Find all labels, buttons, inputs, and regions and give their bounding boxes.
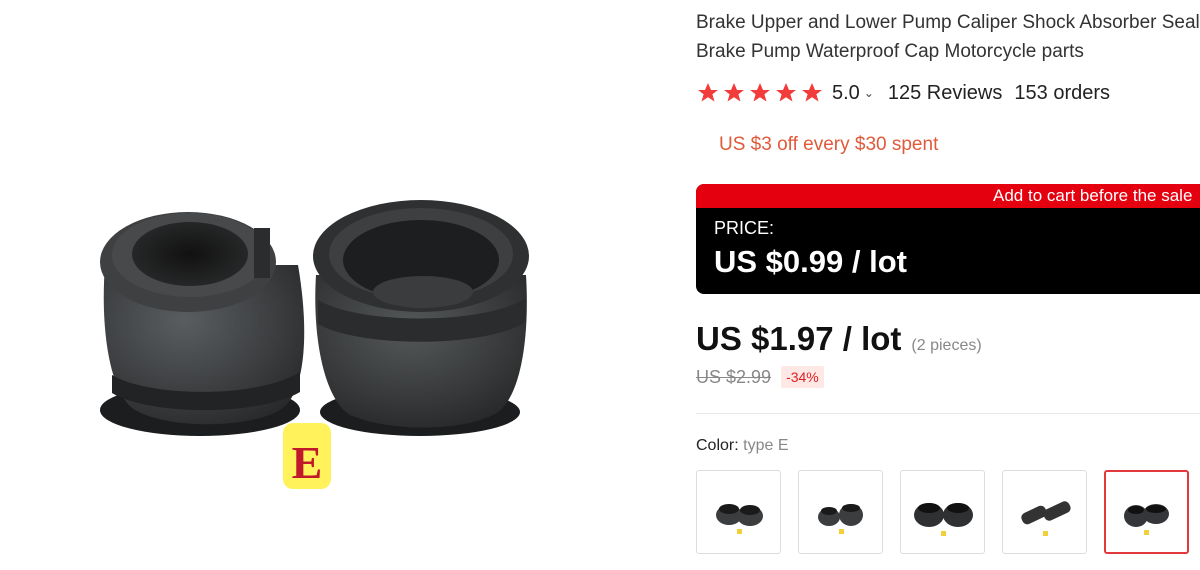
star-icon — [724, 83, 744, 102]
original-price-row: US $2.99 -34% — [696, 366, 824, 388]
rating-row: 5.0 ⌄ 125 Reviews 153 orders — [696, 78, 1110, 108]
color-selector-label: Color: type E — [696, 437, 789, 455]
promo-banner: Add to cart before the sale PRICE: US $0… — [696, 184, 1200, 294]
swatch-type-a[interactable] — [696, 470, 781, 554]
discount-badge: -34% — [781, 366, 824, 388]
reviews-link[interactable]: 125 Reviews — [888, 82, 1003, 105]
promo-price-label: PRICE: — [714, 218, 775, 238]
current-price: US $1.97 / lot — [696, 320, 902, 357]
swatch-thumbnail — [1021, 501, 1071, 536]
star-icon — [776, 83, 796, 102]
swatch-type-c[interactable] — [900, 470, 985, 554]
swatch-type-b[interactable] — [798, 470, 883, 554]
product-main-image[interactable]: E — [0, 0, 640, 570]
promo-price: US $0.99 / lot — [714, 244, 907, 279]
swatch-thumbnail — [716, 504, 763, 534]
main-price-row: US $1.97 / lot (2 pieces) — [696, 320, 982, 358]
rating-stars — [696, 81, 824, 105]
product-photo: E — [100, 200, 529, 489]
image-letter-tag: E — [283, 423, 331, 489]
star-icon — [802, 83, 822, 102]
swatch-type-e[interactable] — [1104, 470, 1189, 554]
coupon-text[interactable]: US $3 off every $30 spent — [719, 134, 938, 156]
product-title: Brake Upper and Lower Pump Caliper Shock… — [696, 12, 1200, 62]
original-price: US $2.99 — [696, 366, 772, 387]
chevron-down-icon[interactable]: ⌄ — [864, 86, 874, 100]
star-icon — [750, 83, 770, 102]
orders-count: 153 orders — [1014, 81, 1111, 104]
product-details: Brake Upper and Lower Pump Caliper Shock… — [696, 0, 1200, 570]
promo-strip-text: Add to cart before the sale — [993, 186, 1193, 205]
swatch-thumbnail — [914, 503, 973, 536]
star-icon — [698, 83, 718, 102]
svg-text:E: E — [292, 437, 323, 488]
swatch-type-d[interactable] — [1002, 470, 1087, 554]
left-boot-shape — [100, 212, 305, 436]
promo-strip: Add to cart before the sale — [696, 184, 1200, 208]
right-boot-shape — [313, 200, 529, 436]
color-value: type E — [743, 437, 789, 454]
color-label: Color: — [696, 437, 739, 454]
swatch-thumbnail — [818, 504, 863, 534]
swatch-thumbnail — [1124, 504, 1169, 535]
color-swatches — [696, 470, 1189, 554]
divider — [696, 413, 1200, 414]
pieces-count: (2 pieces) — [911, 337, 982, 354]
rating-value[interactable]: 5.0 — [832, 82, 860, 105]
